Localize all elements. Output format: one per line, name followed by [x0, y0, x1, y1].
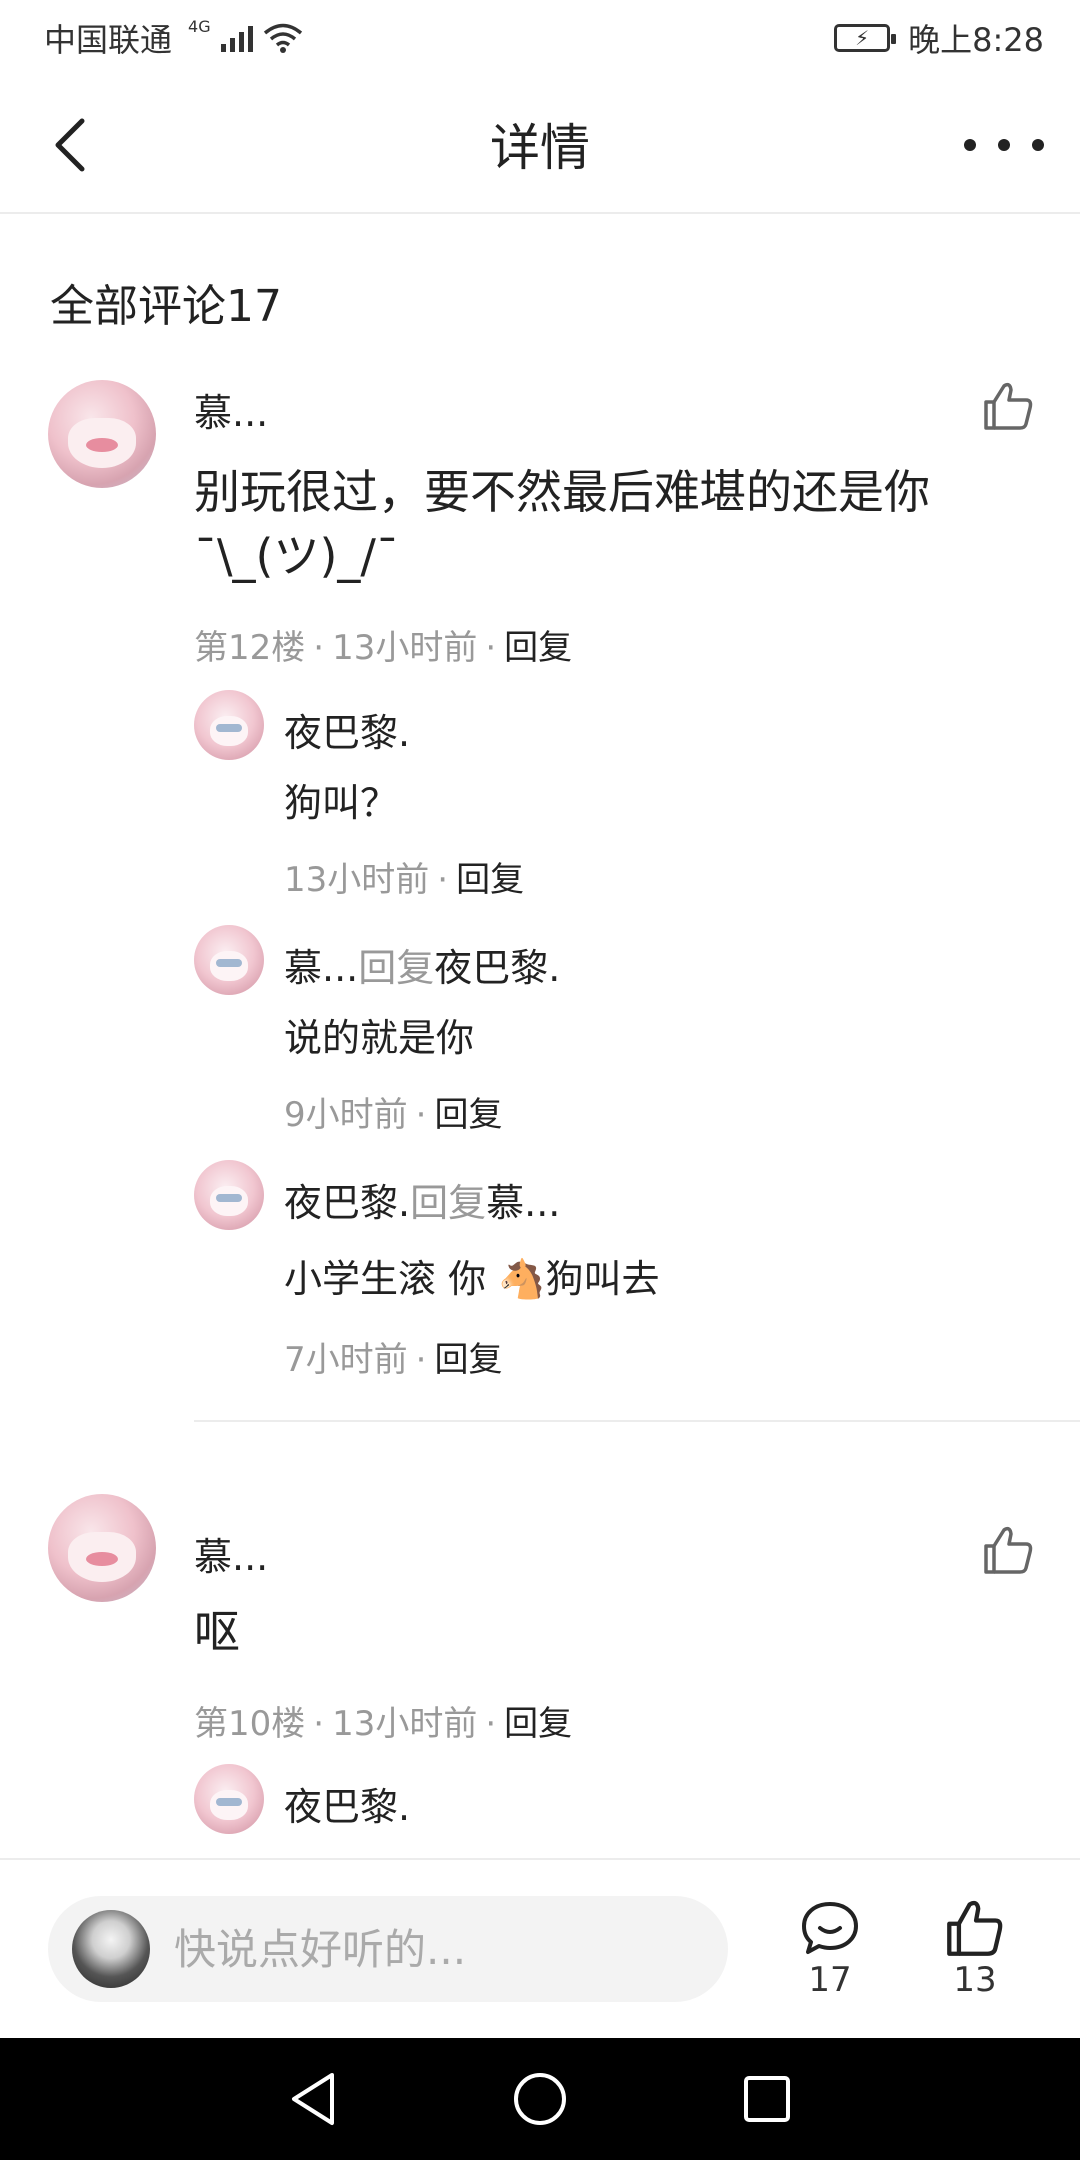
- reply-button[interactable]: 回复: [456, 860, 524, 900]
- comment-text: 呕: [194, 1605, 240, 1659]
- comment-time: 13小时前: [332, 628, 478, 668]
- reply-time: 9小时前: [284, 1095, 408, 1135]
- nav-back-button[interactable]: [273, 2059, 353, 2139]
- avatar[interactable]: [194, 925, 264, 995]
- avatar[interactable]: [194, 690, 264, 760]
- floor-number: 第12楼: [194, 628, 306, 668]
- nav-home-button[interactable]: [500, 2059, 580, 2139]
- system-nav-bar: [0, 2038, 1080, 2160]
- reply-username[interactable]: 夜巴黎.: [284, 702, 410, 757]
- comment-text: 别玩很过，要不然最后难堪的还是你¯\_(ツ)_/¯: [194, 465, 930, 583]
- comment-time: 13小时前: [332, 1704, 478, 1744]
- signal-icon: [220, 24, 253, 52]
- comment-input-bar: 17 13: [0, 1858, 1080, 2038]
- comment-meta: 第10楼 · 13小时前 · 回复: [194, 1704, 573, 1744]
- battery-icon: ⚡: [834, 24, 897, 52]
- back-button[interactable]: [40, 112, 100, 178]
- reply-time: 7小时前: [284, 1340, 408, 1380]
- more-dots-icon: [964, 139, 976, 151]
- reply-button[interactable]: 回复: [434, 1340, 502, 1380]
- avatar[interactable]: [48, 380, 156, 488]
- comment-username[interactable]: 慕...: [194, 1526, 268, 1581]
- status-right: ⚡ 晚上8:28: [834, 15, 1044, 61]
- reply-time: 13小时前: [284, 860, 430, 900]
- comments-count-title: 全部评论17: [50, 281, 282, 332]
- triangle-back-icon: [292, 2073, 335, 2125]
- circle-home-icon: [513, 2073, 566, 2125]
- more-button[interactable]: [964, 120, 1044, 170]
- reply-username[interactable]: 夜巴黎.: [284, 1776, 410, 1831]
- comment-count-button[interactable]: 17: [800, 1898, 860, 2000]
- comment-count: 17: [808, 1960, 852, 2000]
- back-arrow-icon: [55, 118, 85, 172]
- reply-text: 狗叫？: [284, 781, 399, 825]
- reply-button[interactable]: 回复: [434, 1095, 502, 1135]
- page-title: 详情: [490, 119, 590, 177]
- like-count-button[interactable]: 13: [945, 1898, 1005, 2000]
- status-bar: 中国联通 4G ⚡ 晚上8:28: [0, 0, 1080, 76]
- square-recents-icon: [743, 2076, 790, 2122]
- comment-input[interactable]: [174, 1924, 714, 1974]
- reply-meta: 9小时前 · 回复: [284, 1095, 503, 1135]
- floor-number: 第10楼: [194, 1704, 306, 1744]
- avatar[interactable]: [194, 1160, 264, 1230]
- comment-meta: 第12楼 · 13小时前 · 回复: [194, 628, 573, 668]
- thumbs-up-icon[interactable]: [980, 1522, 1036, 1578]
- comment-username[interactable]: 慕...: [194, 382, 268, 437]
- comment-divider: [194, 1420, 1080, 1422]
- carrier-name: 中国联通: [44, 21, 173, 59]
- thumbs-up-icon[interactable]: [980, 378, 1036, 434]
- avatar[interactable]: [48, 1494, 156, 1602]
- clock: 晚上8:28: [908, 21, 1044, 59]
- wifi-icon: [263, 23, 302, 53]
- reply-username[interactable]: 慕...回复夜巴黎.: [284, 937, 560, 992]
- status-left: 中国联通 4G: [44, 15, 303, 61]
- reply-text: 小学生滚 你 🐴狗叫去: [284, 1257, 660, 1301]
- reply-button[interactable]: 回复: [504, 1704, 572, 1744]
- reply-button[interactable]: 回复: [504, 628, 572, 668]
- avatar: [72, 1910, 150, 1988]
- comment-input-pill[interactable]: [48, 1896, 728, 2002]
- nav-recents-button[interactable]: [727, 2059, 807, 2139]
- comment-bubble-icon: [802, 1902, 858, 1954]
- top-nav: 详情: [0, 76, 1080, 214]
- network-type: 4G: [188, 16, 211, 36]
- thumbs-up-icon: [947, 1900, 1003, 1956]
- reply-text: 说的就是你: [284, 1016, 475, 1060]
- reply-meta: 7小时前 · 回复: [284, 1340, 503, 1380]
- avatar[interactable]: [194, 1764, 264, 1834]
- reply-username[interactable]: 夜巴黎.回复慕...: [284, 1172, 560, 1227]
- like-count: 13: [953, 1960, 997, 2000]
- reply-meta: 13小时前 · 回复: [284, 860, 525, 900]
